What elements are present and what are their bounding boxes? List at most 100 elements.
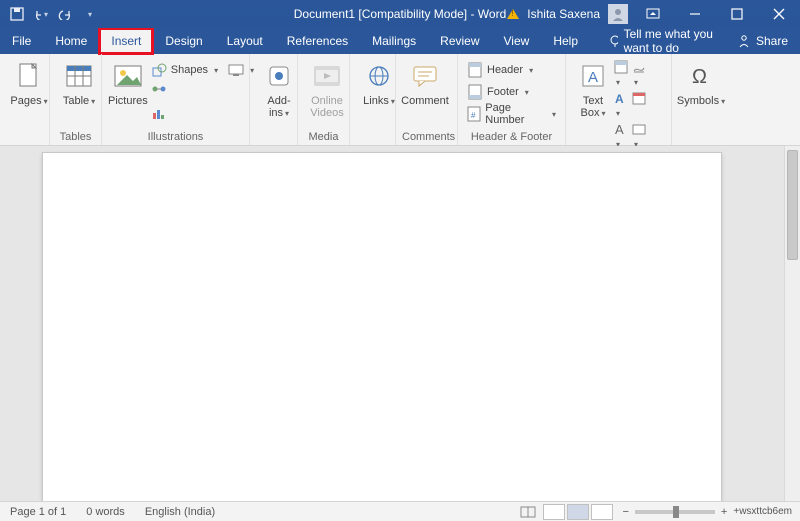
online-videos-label: Online Videos	[310, 95, 343, 119]
zoom-level[interactable]: +wsxttcb6em	[733, 506, 792, 517]
zoom-in-button[interactable]: +	[721, 506, 727, 518]
share-label: Share	[756, 34, 788, 48]
smartart-icon	[151, 84, 167, 100]
vertical-scrollbar[interactable]	[784, 146, 800, 501]
scrollbar-thumb[interactable]	[787, 150, 798, 260]
zoom-slider[interactable]	[635, 510, 715, 514]
text-box-button[interactable]: A Text Box	[572, 58, 614, 150]
qat-customize-icon[interactable]	[82, 7, 96, 21]
save-icon[interactable]	[10, 7, 24, 21]
tab-review[interactable]: Review	[428, 28, 491, 54]
group-illustrations-label: Illustrations	[108, 129, 243, 143]
status-page[interactable]: Page 1 of 1	[0, 506, 76, 518]
undo-icon[interactable]	[34, 7, 48, 21]
svg-text:Ω: Ω	[692, 66, 707, 88]
symbols-label: Symbols	[677, 95, 725, 108]
pictures-label: Pictures	[108, 95, 148, 107]
comment-label: Comment	[401, 95, 449, 107]
quick-access-toolbar	[0, 7, 96, 21]
ribbon-tabs: File Home Insert Design Layout Reference…	[0, 28, 800, 54]
view-print-layout[interactable]	[567, 504, 589, 520]
pages-label: Pages	[10, 95, 47, 108]
comment-button[interactable]: Comment	[402, 58, 448, 107]
addins-icon	[263, 60, 295, 92]
shapes-icon	[151, 62, 167, 78]
document-area	[0, 146, 800, 501]
chart-icon	[151, 106, 167, 122]
svg-text:A: A	[615, 92, 624, 105]
warning-icon[interactable]	[507, 9, 519, 19]
header-icon	[467, 62, 483, 78]
tell-me-search[interactable]: Tell me what you want to do	[590, 27, 725, 55]
tab-home[interactable]: Home	[43, 28, 99, 54]
shapes-button[interactable]: Shapes	[148, 60, 221, 80]
tab-design[interactable]: Design	[153, 28, 214, 54]
title-bar: Document1 [Compatibility Mode] - Word Is…	[0, 0, 800, 28]
header-button[interactable]: Header	[464, 60, 559, 80]
table-label: Table	[63, 95, 95, 108]
video-icon	[311, 60, 343, 92]
table-button[interactable]: Table	[56, 58, 102, 108]
header-label: Header	[487, 64, 523, 76]
maximize-button[interactable]	[720, 0, 754, 28]
close-button[interactable]	[762, 0, 796, 28]
table-icon	[63, 60, 95, 92]
view-read-mode[interactable]	[543, 504, 565, 520]
lightbulb-icon	[608, 34, 618, 48]
screenshot-icon	[228, 62, 244, 78]
footer-button[interactable]: Footer	[464, 82, 559, 102]
document-page[interactable]	[42, 152, 722, 501]
group-symbols-label	[678, 129, 724, 143]
svg-text:#: #	[471, 111, 476, 120]
shapes-label: Shapes	[171, 64, 208, 76]
pictures-icon	[112, 60, 144, 92]
share-icon	[737, 34, 751, 48]
ribbon-insert: Pages Table Tables Pictures Shapes	[0, 54, 800, 146]
status-bar: Page 1 of 1 0 words English (India) − + …	[0, 501, 800, 521]
text-box-label: Text Box	[581, 95, 606, 120]
online-videos-button: Online Videos	[304, 58, 350, 119]
page-number-button[interactable]: # Page Number	[464, 104, 559, 124]
addins-label: Add- ins	[267, 95, 290, 120]
group-addins-label	[256, 129, 291, 143]
smartart-button[interactable]	[148, 82, 221, 102]
links-icon	[363, 60, 395, 92]
group-header-footer-label: Header & Footer	[464, 129, 559, 143]
tab-help[interactable]: Help	[541, 28, 590, 54]
group-links-label	[356, 129, 389, 143]
tab-layout[interactable]: Layout	[215, 28, 275, 54]
share-button[interactable]: Share	[725, 34, 800, 48]
pages-button[interactable]: Pages	[6, 58, 52, 108]
ribbon-display-options-icon[interactable]	[636, 0, 670, 28]
comment-icon	[409, 60, 441, 92]
tell-me-label: Tell me what you want to do	[624, 27, 725, 55]
user-avatar-icon[interactable]	[608, 4, 628, 24]
tab-insert[interactable]: Insert	[99, 28, 153, 54]
page-number-label: Page Number	[485, 102, 546, 126]
group-pages-label	[6, 129, 43, 143]
symbols-button[interactable]: Ω Symbols	[678, 58, 724, 108]
status-word-count[interactable]: 0 words	[76, 506, 135, 518]
chart-button[interactable]	[148, 104, 221, 124]
pictures-button[interactable]: Pictures	[108, 58, 148, 124]
view-web-layout[interactable]	[591, 504, 613, 520]
pages-icon	[13, 60, 45, 92]
user-name[interactable]: Ishita Saxena	[527, 7, 600, 21]
footer-icon	[467, 84, 483, 100]
status-book-icon[interactable]	[520, 505, 536, 519]
redo-icon[interactable]	[58, 7, 72, 21]
tab-mailings[interactable]: Mailings	[360, 28, 428, 54]
minimize-button[interactable]	[678, 0, 712, 28]
links-label: Links	[363, 95, 395, 108]
status-language[interactable]: English (India)	[135, 506, 225, 518]
wordart-button[interactable]: A	[614, 91, 628, 119]
quick-parts-button[interactable]	[614, 60, 628, 88]
tab-view[interactable]: View	[492, 28, 542, 54]
svg-text:A: A	[615, 122, 624, 136]
date-time-button[interactable]	[632, 91, 646, 119]
addins-button[interactable]: Add- ins	[256, 58, 302, 120]
zoom-out-button[interactable]: −	[622, 506, 628, 518]
tab-references[interactable]: References	[275, 28, 360, 54]
signature-line-button[interactable]	[632, 60, 646, 88]
tab-file[interactable]: File	[0, 28, 43, 54]
